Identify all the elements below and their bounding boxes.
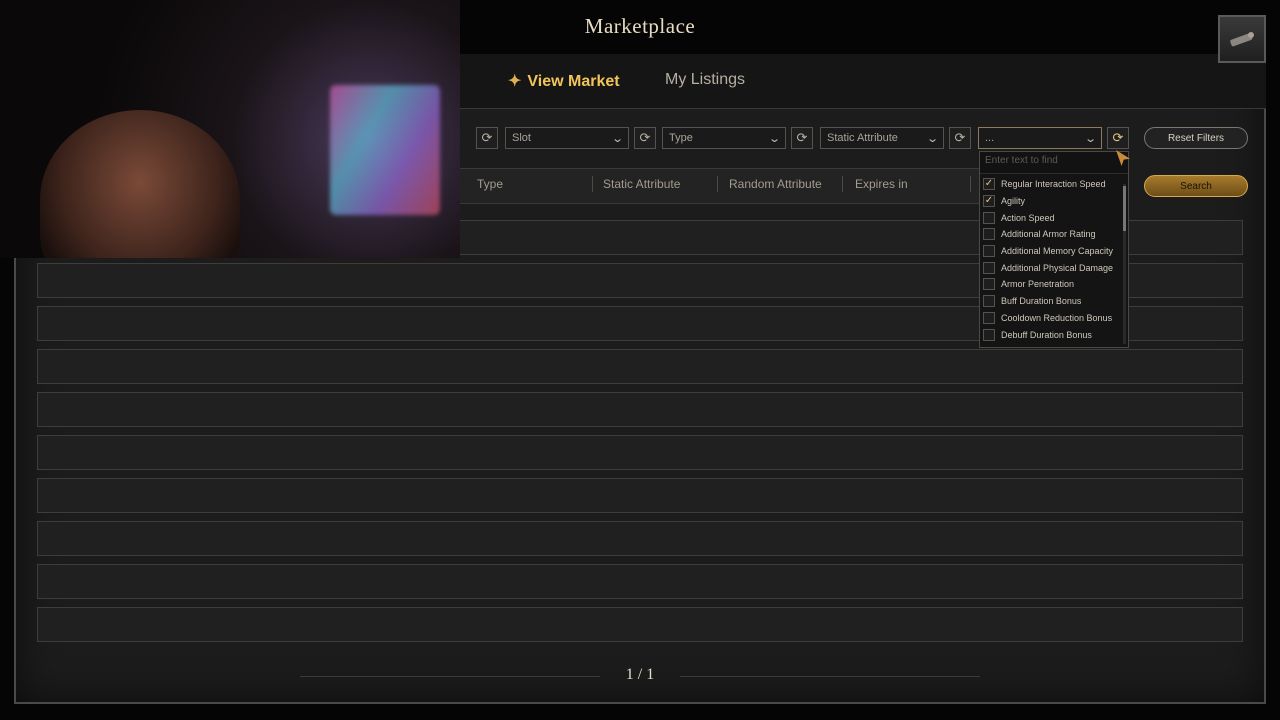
webcam-overlay: [0, 0, 460, 258]
dropdown-scrollbar-thumb[interactable]: [1123, 186, 1126, 231]
checkbox-icon[interactable]: [983, 295, 995, 308]
tab-my-listings[interactable]: My Listings: [665, 71, 745, 89]
option-label: Regular Interaction Speed: [1001, 179, 1106, 190]
checkbox-icon[interactable]: ✓: [983, 178, 995, 191]
dropdown-option[interactable]: Buff Duration Bonus: [980, 293, 1128, 310]
pc-lights-image: [330, 85, 440, 215]
column-header-static-attribute[interactable]: Static Attribute: [603, 177, 680, 191]
checkbox-icon[interactable]: [983, 278, 995, 291]
random-attribute-select[interactable]: ... ⌄: [978, 127, 1102, 149]
table-row[interactable]: [37, 392, 1243, 427]
dropdown-option[interactable]: Cooldown Reduction Bonus: [980, 310, 1128, 327]
table-row[interactable]: [37, 607, 1243, 642]
dropdown-option[interactable]: Debuff Duration Bonus: [980, 326, 1128, 343]
refresh-icon[interactable]: ⟳: [949, 127, 971, 149]
random-attribute-dropdown: Enter text to find ✓ Regular Interaction …: [979, 151, 1129, 348]
option-label: Additional Memory Capacity: [1001, 246, 1114, 257]
checkbox-icon[interactable]: [983, 228, 995, 241]
column-divider: [717, 176, 718, 192]
table-row[interactable]: [37, 564, 1243, 599]
checkbox-icon[interactable]: [983, 211, 995, 224]
checkbox-icon[interactable]: [983, 261, 995, 274]
column-header-expires-in[interactable]: Expires in: [855, 177, 908, 191]
table-row[interactable]: [37, 521, 1243, 556]
dropdown-option[interactable]: ✓ Regular Interaction Speed: [980, 176, 1128, 193]
tab-view-market[interactable]: ✦ View Market: [508, 71, 620, 91]
static-attribute-select-value: Static Attribute: [827, 132, 898, 144]
dropdown-option[interactable]: Additional Physical Damage: [980, 259, 1128, 276]
option-label: Additional Physical Damage: [1001, 262, 1114, 273]
tab-label: View Market: [527, 73, 620, 90]
slot-select-value: Slot: [512, 132, 531, 144]
option-label: Debuff Duration Bonus: [1001, 329, 1092, 340]
checkbox-icon[interactable]: [983, 245, 995, 258]
dropdown-option[interactable]: Additional Memory Capacity: [980, 243, 1128, 260]
chevron-down-icon: ⌄: [767, 132, 781, 145]
column-divider: [842, 176, 843, 192]
dropdown-search-input[interactable]: Enter text to find: [980, 152, 1128, 174]
dropdown-option[interactable]: Armor Penetration: [980, 276, 1128, 293]
table-row[interactable]: [37, 435, 1243, 470]
refresh-icon[interactable]: ⟳: [791, 127, 813, 149]
star-icon: ✦: [508, 73, 522, 90]
option-label: Additional Armor Rating: [1001, 229, 1096, 240]
option-label: Agility: [1001, 196, 1026, 207]
chevron-down-icon: ⌄: [610, 132, 624, 145]
table-row[interactable]: [37, 478, 1243, 513]
dropdown-option[interactable]: Action Speed: [980, 209, 1128, 226]
pagination: 1 / 1: [625, 666, 655, 683]
column-header-random-attribute[interactable]: Random Attribute: [729, 177, 822, 191]
option-label: Buff Duration Bonus: [1001, 296, 1082, 307]
refresh-icon[interactable]: ⟳: [476, 127, 498, 149]
checkbox-icon[interactable]: [983, 328, 995, 341]
chevron-down-icon: ⌄: [925, 132, 939, 145]
reset-filters-button[interactable]: Reset Filters: [1144, 127, 1248, 149]
column-divider: [970, 176, 971, 192]
option-label: Action Speed: [1001, 212, 1055, 223]
column-header-type[interactable]: Type: [477, 177, 503, 191]
dropdown-option[interactable]: ✓ Agility: [980, 193, 1128, 210]
dropdown-option[interactable]: Additional Armor Rating: [980, 226, 1128, 243]
table-row[interactable]: [37, 349, 1243, 384]
static-attribute-select[interactable]: Static Attribute ⌄: [820, 127, 944, 149]
option-label: Armor Penetration: [1001, 279, 1075, 290]
map-icon[interactable]: [1218, 15, 1266, 63]
refresh-icon[interactable]: ⟳: [634, 127, 656, 149]
slot-select[interactable]: Slot ⌄: [505, 127, 629, 149]
chevron-down-icon: ⌄: [1083, 132, 1097, 145]
type-select-value: Type: [669, 132, 693, 144]
refresh-icon[interactable]: ⟳: [1107, 127, 1129, 149]
option-label: Cooldown Reduction Bonus: [1001, 312, 1113, 323]
column-divider: [592, 176, 593, 192]
checkbox-icon[interactable]: ✓: [983, 195, 995, 208]
random-attribute-select-value: ...: [985, 132, 995, 144]
streamer-image: [40, 110, 240, 258]
search-button[interactable]: Search: [1144, 175, 1248, 197]
type-select[interactable]: Type ⌄: [662, 127, 786, 149]
checkbox-icon[interactable]: [983, 311, 995, 324]
